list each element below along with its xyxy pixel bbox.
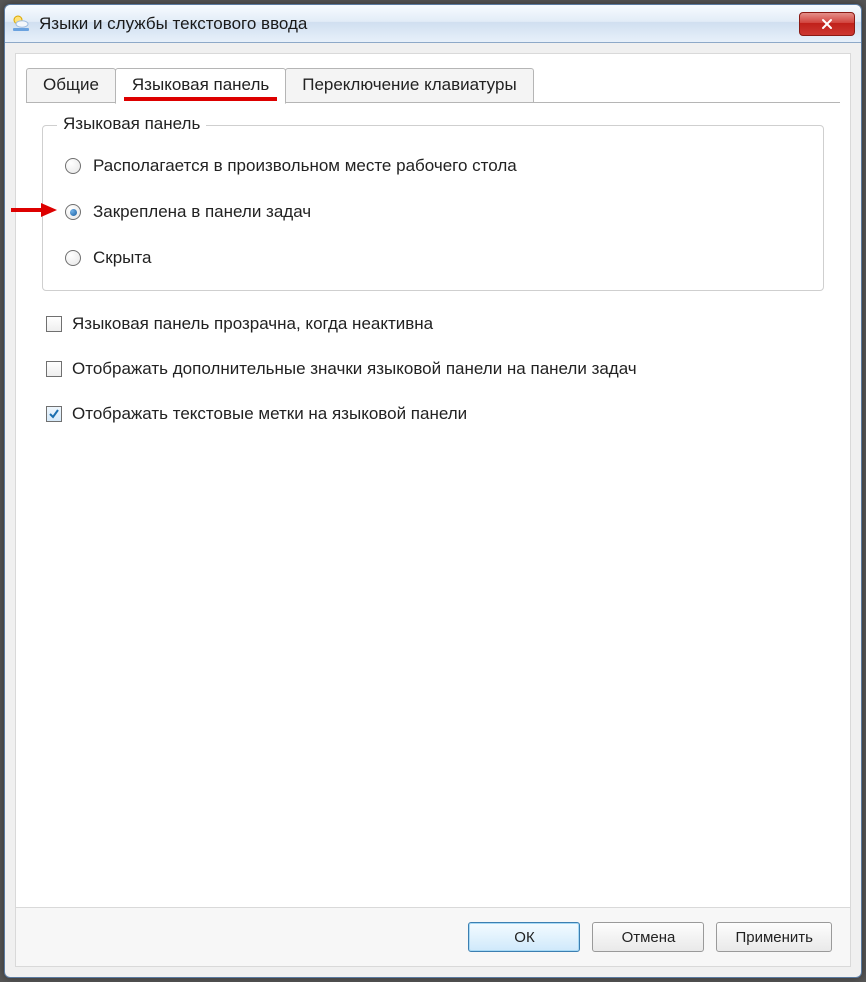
tab-general[interactable]: Общие <box>26 68 116 103</box>
radio-floating[interactable] <box>65 158 81 174</box>
check-row-extra-icons[interactable]: Отображать дополнительные значки языково… <box>46 358 824 381</box>
checkbox-text-labels[interactable] <box>46 406 62 422</box>
app-icon <box>11 14 31 34</box>
tab-label: Языковая панель <box>132 75 269 94</box>
radio-label: Располагается в произвольном месте рабоч… <box>93 156 517 176</box>
radio-label: Закреплена в панели задач <box>93 202 311 222</box>
close-button[interactable] <box>799 12 855 36</box>
tab-label: Переключение клавиатуры <box>302 75 516 94</box>
button-label: Отмена <box>622 929 676 946</box>
group-legend: Языковая панель <box>57 114 206 134</box>
tabpanel-language-bar: Языковая панель Располагается в произвол… <box>16 103 850 907</box>
radio-hidden[interactable] <box>65 250 81 266</box>
check-label: Отображать дополнительные значки языково… <box>72 358 637 381</box>
checkbox-transparent[interactable] <box>46 316 62 332</box>
ok-button[interactable]: ОК <box>468 922 580 952</box>
radio-label: Скрыта <box>93 248 151 268</box>
radio-row-floating[interactable]: Располагается в произвольном месте рабоч… <box>65 156 805 176</box>
radio-docked[interactable] <box>65 204 81 220</box>
radio-row-hidden[interactable]: Скрыта <box>65 248 805 268</box>
tab-keyboard-switch[interactable]: Переключение клавиатуры <box>285 68 533 103</box>
titlebar[interactable]: Языки и службы текстового ввода <box>5 5 861 43</box>
groupbox-language-bar: Языковая панель Располагается в произвол… <box>42 125 824 291</box>
tabstrip: Общие Языковая панель Переключение клави… <box>16 54 850 103</box>
dialog-window: Языки и службы текстового ввода Общие Яз… <box>4 4 862 978</box>
active-tab-underline <box>124 97 277 101</box>
apply-button[interactable]: Применить <box>716 922 832 952</box>
button-label: Применить <box>735 929 813 946</box>
button-bar: ОК Отмена Применить <box>16 907 850 966</box>
check-label: Отображать текстовые метки на языковой п… <box>72 403 467 426</box>
client-area: Общие Языковая панель Переключение клави… <box>15 53 851 967</box>
button-label: ОК <box>514 929 534 946</box>
window-title: Языки и службы текстового ввода <box>39 14 799 34</box>
check-label: Языковая панель прозрачна, когда неактив… <box>72 313 433 336</box>
check-row-transparent[interactable]: Языковая панель прозрачна, когда неактив… <box>46 313 824 336</box>
tab-language-bar[interactable]: Языковая панель <box>115 68 286 104</box>
tab-label: Общие <box>43 75 99 94</box>
arrow-annotation-icon <box>11 201 57 223</box>
cancel-button[interactable]: Отмена <box>592 922 704 952</box>
radio-row-docked[interactable]: Закреплена в панели задач <box>65 202 805 222</box>
check-row-text-labels[interactable]: Отображать текстовые метки на языковой п… <box>46 403 824 426</box>
checkbox-extra-icons[interactable] <box>46 361 62 377</box>
